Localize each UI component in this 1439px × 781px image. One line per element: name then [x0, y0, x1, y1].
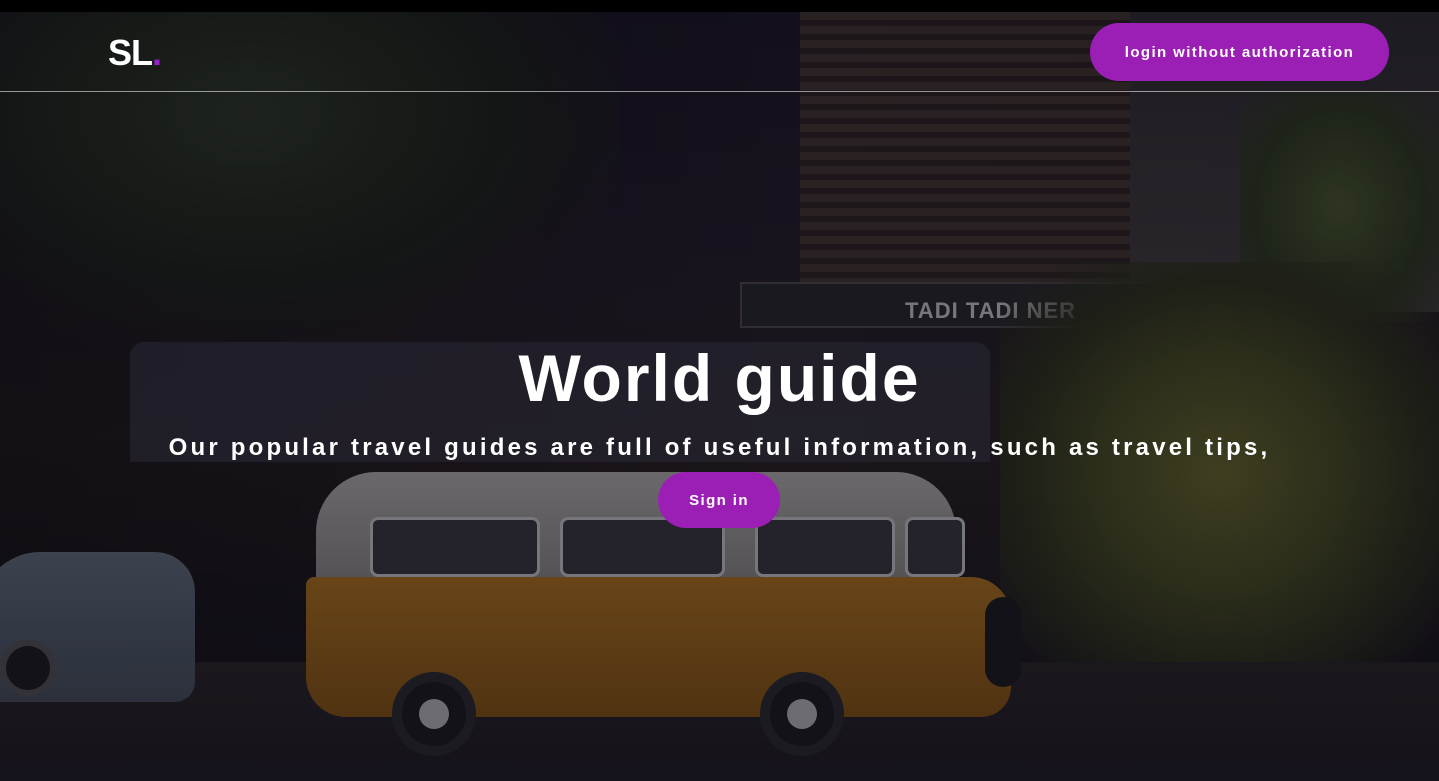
site-header: SL. login without authorization	[0, 12, 1439, 92]
logo-dot: .	[152, 32, 162, 73]
hero-subtitle: Our popular travel guides are full of us…	[168, 434, 1271, 461]
sign-in-button[interactable]: Sign in	[658, 472, 780, 528]
hero-title: World guide	[518, 341, 921, 415]
logo[interactable]: SL.	[108, 32, 162, 74]
login-without-authorization-button[interactable]: login without authorization	[1090, 23, 1389, 81]
top-black-bar	[0, 0, 1439, 12]
logo-text: SL	[108, 32, 153, 73]
